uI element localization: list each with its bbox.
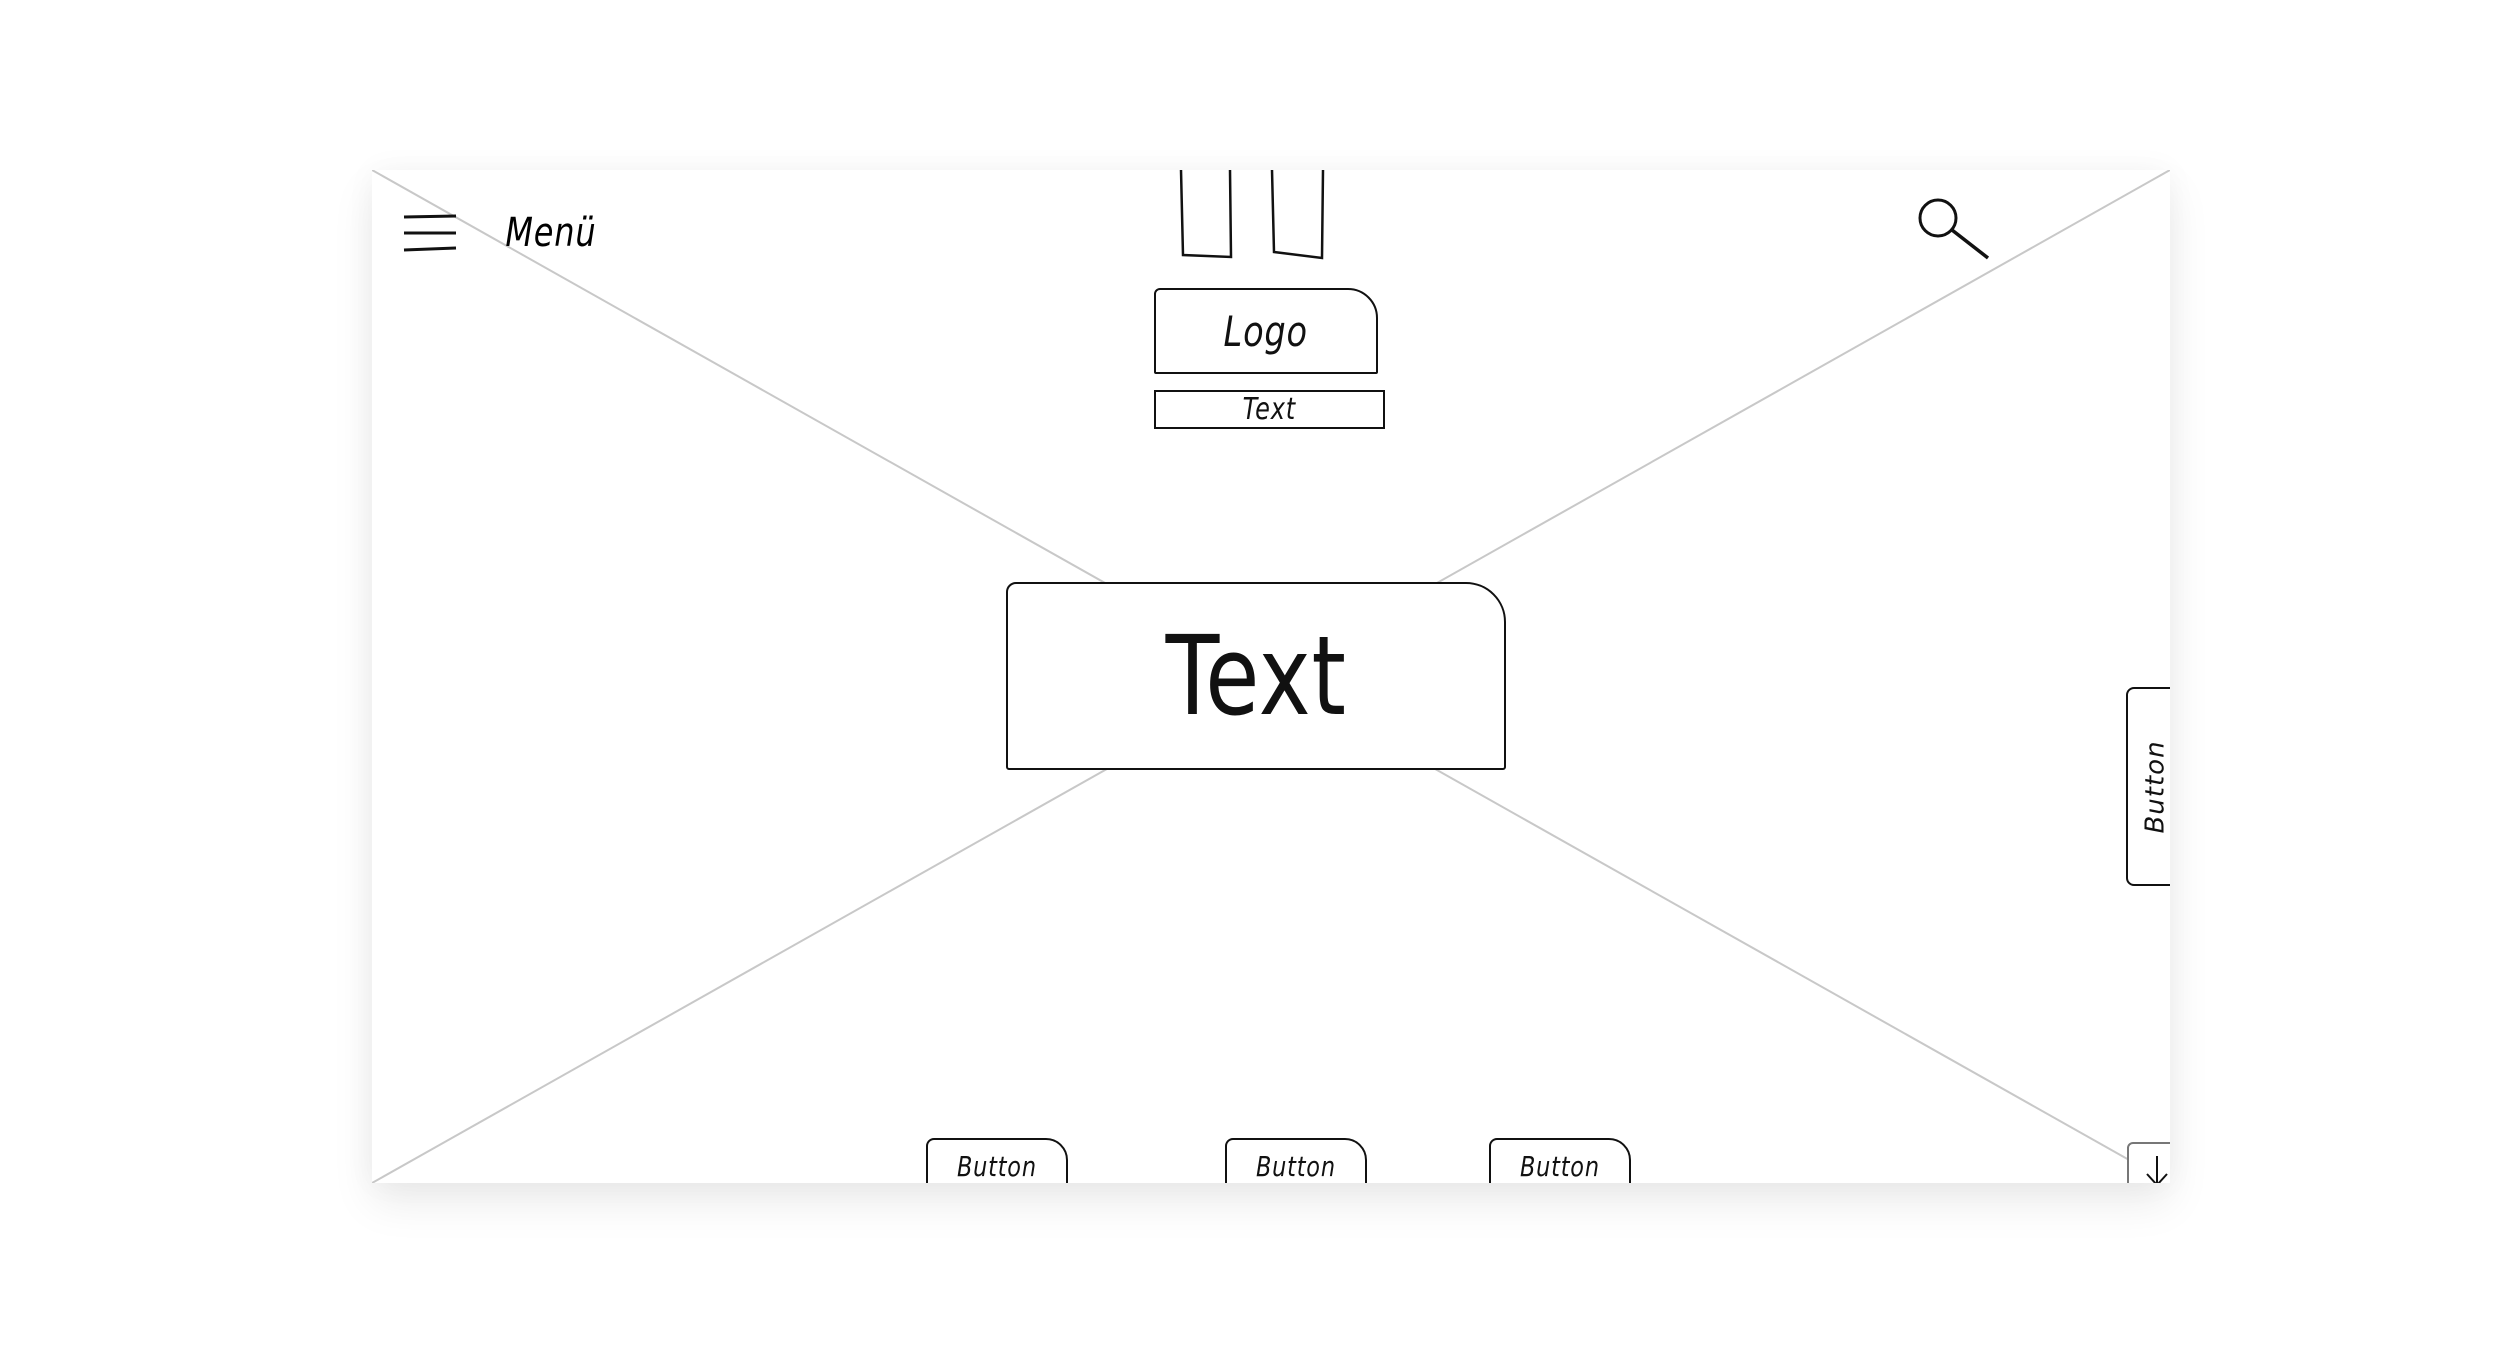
wireframe-canvas: Menü Logo Text Text Button Button Button… xyxy=(372,170,2170,1183)
logo-label: Logo xyxy=(1223,306,1309,356)
arrow-down-icon xyxy=(2146,1156,2168,1183)
hero-text-box: Text xyxy=(1006,582,1506,770)
button-label: Button xyxy=(1256,1150,1336,1183)
bottom-button-1[interactable]: Button xyxy=(926,1138,1068,1183)
button-label: Button xyxy=(1520,1150,1600,1183)
scroll-down-button[interactable] xyxy=(2127,1142,2170,1183)
hamburger-icon xyxy=(403,214,457,252)
logo-subtitle: Text xyxy=(1242,392,1297,427)
magnifier-icon[interactable] xyxy=(1916,196,1991,262)
logo-subtitle-box: Text xyxy=(1154,390,1385,429)
pillar-right xyxy=(1270,170,1325,260)
side-button[interactable]: Button xyxy=(2126,687,2170,886)
side-button-label: Button xyxy=(2141,739,2170,834)
bottom-button-3[interactable]: Button xyxy=(1489,1138,1631,1183)
button-label: Button xyxy=(957,1150,1037,1183)
menu-label: Menü xyxy=(505,210,597,256)
logo-box: Logo xyxy=(1154,288,1378,374)
pillar-left xyxy=(1179,170,1233,259)
hero-title: Text xyxy=(1165,612,1347,740)
bottom-button-2[interactable]: Button xyxy=(1225,1138,1367,1183)
menu-button[interactable]: Menü xyxy=(402,210,608,256)
